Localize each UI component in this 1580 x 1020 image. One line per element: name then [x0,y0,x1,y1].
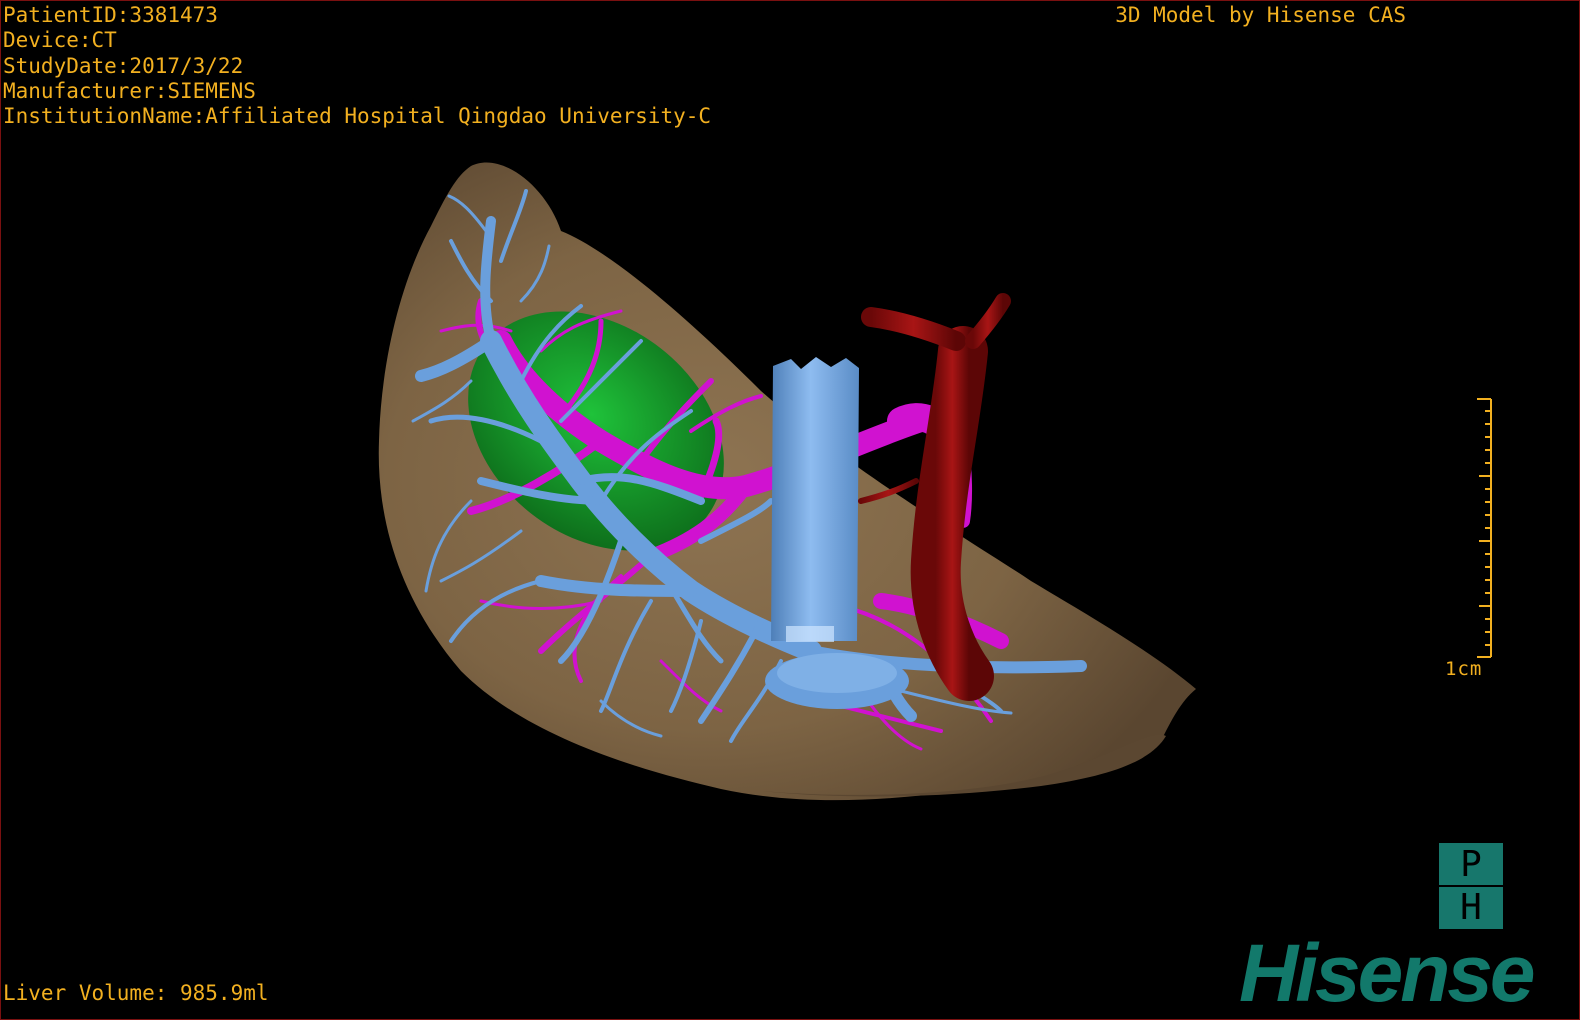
render-viewport[interactable]: PatientID:3381473 Device:CT StudyDate:2017… [0,0,1580,1020]
manufacturer-text: Manufacturer:SIEMENS [3,78,256,103]
liver-volume-text: Liver Volume: 985.9ml [3,981,269,1005]
model-credit-text: 3D Model by Hisense CAS [1115,3,1406,27]
orientation-divider [1439,885,1503,887]
patient-info-overlay: PatientID:3381473 Device:CT StudyDate:2017… [3,3,711,129]
orientation-top-letter: P [1460,844,1482,885]
liver-3d-model[interactable] [1,1,1579,1019]
hisense-logo: Hisense [1239,928,1536,1019]
study-date-text: StudyDate:2017/3/22 [3,53,244,78]
scale-bar-label: 1cm [1445,658,1483,680]
patient-id-text: PatientID:3381473 [3,3,218,27]
scale-bar [1477,398,1492,658]
institution-text: InstitutionName:Affiliated Hospital Qing… [3,104,712,129]
orientation-bottom-letter: H [1460,887,1482,928]
orientation-cube[interactable]: P H [1439,843,1503,929]
device-text: Device:CT [3,28,117,53]
